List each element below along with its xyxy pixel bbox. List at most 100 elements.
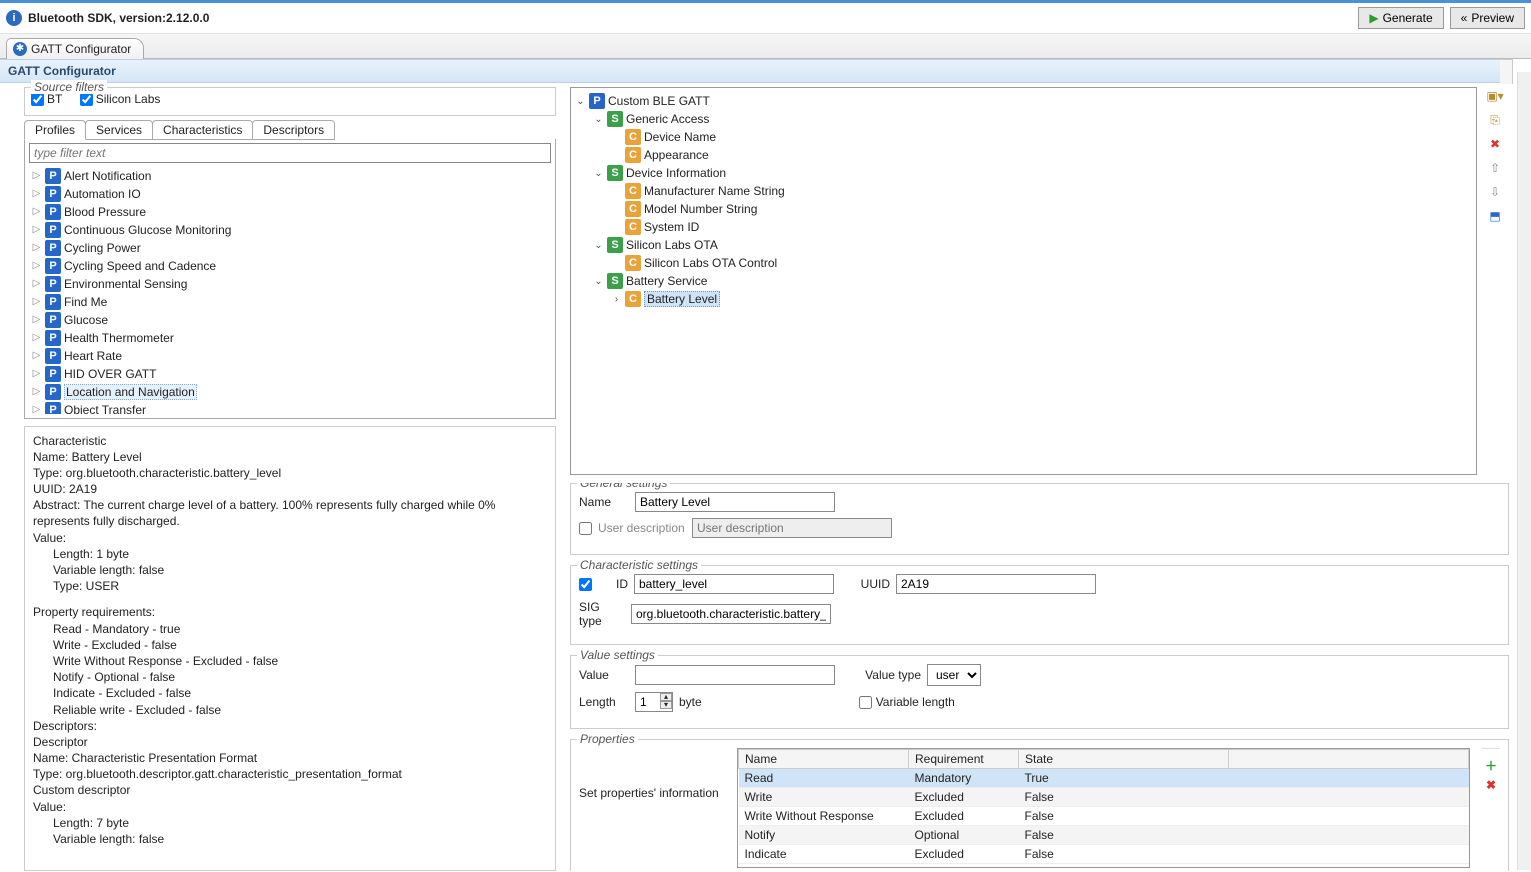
tab-services[interactable]: Services — [85, 120, 153, 140]
profile-item[interactable]: ▷PHID OVER GATT — [29, 365, 551, 383]
profile-icon: P — [45, 384, 61, 400]
gatt-tree[interactable]: ⌄PCustom BLE GATT⌄SGeneric AccessCDevice… — [570, 87, 1477, 475]
user-description-checkbox[interactable] — [579, 522, 592, 535]
profile-item[interactable]: ▷PCycling Power — [29, 239, 551, 257]
profile-icon: P — [45, 240, 61, 256]
profile-item[interactable]: ▷PEnvironmental Sensing — [29, 275, 551, 293]
export-icon[interactable]: ⬒ — [1485, 209, 1505, 227]
tree-item[interactable]: CAppearance — [575, 146, 1472, 164]
characteristic-detail: Characteristic Name: Battery Level Type:… — [24, 426, 556, 872]
profile-icon: P — [45, 312, 61, 328]
profile-icon: P — [45, 294, 61, 310]
variable-length-checkbox[interactable]: Variable length — [859, 695, 955, 709]
table-row[interactable]: WriteExcludedFalse — [739, 788, 1469, 807]
info-icon: i — [6, 10, 22, 26]
node-icon: C — [625, 255, 641, 271]
profile-item[interactable]: ▷PFind Me — [29, 293, 551, 311]
value-type-select[interactable]: user — [927, 664, 981, 686]
id-input[interactable] — [634, 574, 834, 594]
tab-descriptors[interactable]: Descriptors — [252, 120, 335, 140]
generate-button[interactable]: ▶Generate — [1358, 7, 1443, 29]
profile-item[interactable]: ▷PHeart Rate — [29, 347, 551, 365]
expander-icon[interactable]: ⌄ — [593, 114, 604, 125]
properties-section: Properties Set properties' information N… — [570, 739, 1509, 871]
move-up-icon[interactable]: ⇧ — [1485, 161, 1505, 179]
expander-icon[interactable]: ⌄ — [593, 240, 604, 251]
node-icon: C — [625, 201, 641, 217]
profile-icon: P — [45, 366, 61, 382]
tree-item[interactable]: ⌄SGeneric Access — [575, 110, 1472, 128]
app-title: Bluetooth SDK, version:2.12.0.0 — [28, 11, 1352, 25]
profile-icon: P — [45, 168, 61, 184]
tree-item[interactable]: ⌄PCustom BLE GATT — [575, 92, 1472, 110]
node-icon: S — [607, 165, 623, 181]
tree-item[interactable]: ›CBattery Level — [575, 290, 1472, 308]
bt-checkbox[interactable]: BT — [31, 92, 62, 106]
profile-item[interactable]: ▷PHealth Thermometer — [29, 329, 551, 347]
expander-icon[interactable]: › — [611, 294, 622, 305]
move-down-icon[interactable]: ⇩ — [1485, 185, 1505, 203]
tab-profiles[interactable]: Profiles — [24, 120, 86, 140]
node-icon: C — [625, 219, 641, 235]
silicon-labs-checkbox[interactable]: Silicon Labs — [80, 92, 161, 106]
new-item-icon[interactable]: ▣▾ — [1485, 89, 1505, 107]
tree-item[interactable]: CDevice Name — [575, 128, 1472, 146]
name-input[interactable] — [635, 492, 835, 512]
properties-table[interactable]: Name Requirement State ReadMandatoryTrue… — [737, 748, 1470, 868]
sig-type-input[interactable] — [631, 604, 831, 624]
table-row[interactable]: Write Without ResponseExcludedFalse — [739, 807, 1469, 826]
profile-item[interactable]: ▷PBlood Pressure — [29, 203, 551, 221]
value-settings: Value settings Value Value type user Len… — [570, 655, 1509, 729]
node-icon: C — [625, 147, 641, 163]
profile-list[interactable]: ▷PAlert Notification▷PAutomation IO▷PBlo… — [29, 167, 551, 414]
table-row[interactable]: IndicateExcludedFalse — [739, 845, 1469, 864]
tab-characteristics[interactable]: Characteristics — [152, 120, 253, 140]
delete-icon[interactable]: ✖ — [1485, 137, 1505, 155]
uuid-input[interactable] — [896, 574, 1096, 594]
profile-icon: P — [45, 204, 61, 220]
tree-item[interactable]: CSilicon Labs OTA Control — [575, 254, 1472, 272]
table-row[interactable]: NotifyOptionalFalse — [739, 826, 1469, 845]
profile-item[interactable]: ▷PObject Transfer — [29, 401, 551, 414]
tree-item[interactable]: CModel Number String — [575, 200, 1472, 218]
preview-button[interactable]: «Preview — [1450, 7, 1525, 29]
length-down[interactable]: ▾ — [660, 701, 672, 709]
profile-icon: P — [45, 276, 61, 292]
node-icon: S — [607, 111, 623, 127]
profile-item[interactable]: ▷PLocation and Navigation — [29, 383, 551, 401]
value-input[interactable] — [635, 665, 835, 685]
profile-item[interactable]: ▷PAlert Notification — [29, 167, 551, 185]
profile-icon: P — [45, 222, 61, 238]
profile-icon: P — [45, 402, 61, 414]
profile-icon: P — [45, 330, 61, 346]
profile-item[interactable]: ▷PCycling Speed and Cadence — [29, 257, 551, 275]
source-filters-group: Source filters BT Silicon Labs — [24, 87, 556, 116]
profile-icon: P — [45, 348, 61, 364]
copy-icon[interactable]: ⎘ — [1485, 113, 1505, 131]
expander-icon[interactable]: ⌄ — [593, 168, 604, 179]
table-row[interactable]: ReadMandatoryTrue — [739, 769, 1469, 788]
tree-item[interactable]: ⌄SDevice Information — [575, 164, 1472, 182]
characteristic-settings: Characteristic settings ID UUID SIG type — [570, 565, 1509, 645]
node-icon: C — [625, 129, 641, 145]
profile-item[interactable]: ▷PContinuous Glucose Monitoring — [29, 221, 551, 239]
id-checkbox[interactable] — [579, 578, 592, 591]
section-title: GATT Configurator — [0, 59, 1513, 83]
profile-icon: P — [45, 258, 61, 274]
tree-item[interactable]: ⌄SSilicon Labs OTA — [575, 236, 1472, 254]
tree-item[interactable]: ⌄SBattery Service — [575, 272, 1472, 290]
add-property-button[interactable]: ＋ — [1482, 757, 1500, 774]
tree-item[interactable]: CSystem ID — [575, 218, 1472, 236]
tab-gatt-configurator[interactable]: ✱ GATT Configurator — [6, 38, 144, 59]
expander-icon[interactable]: ⌄ — [575, 96, 586, 107]
tree-item[interactable]: CManufacturer Name String — [575, 182, 1472, 200]
user-description-input — [692, 518, 892, 538]
profile-item[interactable]: ▷PGlucose — [29, 311, 551, 329]
general-settings: General settings Name User description — [570, 483, 1509, 555]
remove-property-button[interactable]: ✖ — [1482, 778, 1500, 792]
expander-icon[interactable]: ⌄ — [593, 276, 604, 287]
filter-input[interactable] — [29, 143, 551, 163]
profile-icon: P — [45, 186, 61, 202]
profile-item[interactable]: ▷PAutomation IO — [29, 185, 551, 203]
node-icon: C — [625, 291, 641, 307]
